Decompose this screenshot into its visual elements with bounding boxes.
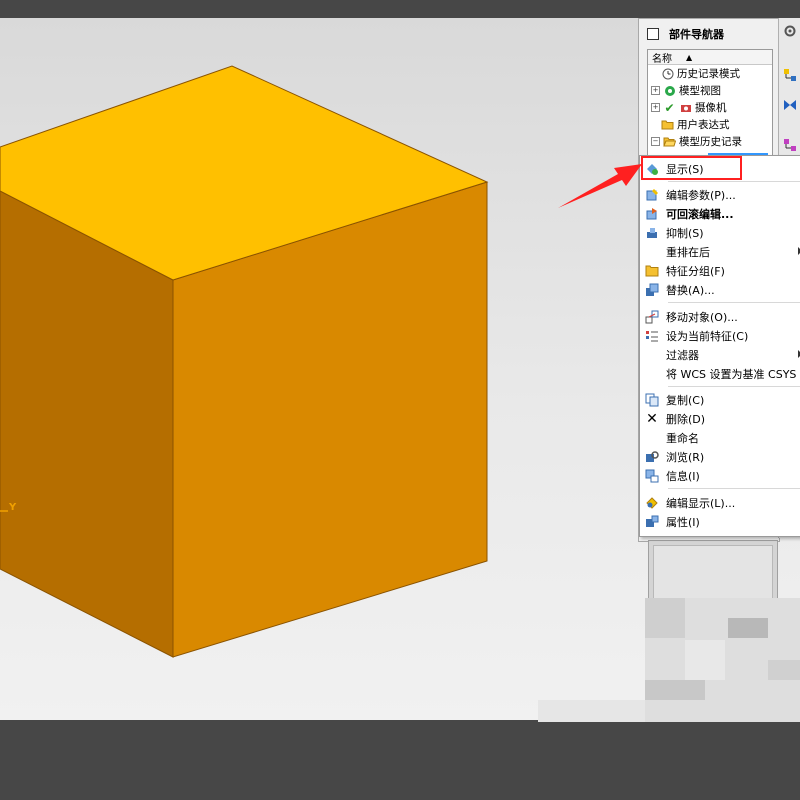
model-view-icon [663,85,676,97]
column-name-label: 名称 [652,53,672,65]
tree-node-label: 模型视图 [679,85,721,97]
edit-params-icon [645,188,659,202]
tree-node-label: 摄像机 [695,102,727,114]
context-menu: 显示(S) 编辑参数(P)... 可回滚编辑... 抑制(S) 重排在后 特征分… [639,155,800,537]
part-navigator-icon[interactable] [781,136,799,154]
menu-item-set-wcs-to-csys[interactable]: 将 WCS 设置为基准 CSYS [640,364,800,383]
menu-item-rollback-edit[interactable]: 可回滚编辑... [640,204,800,223]
copy-icon [645,393,659,407]
menu-item-browse[interactable]: 浏览(R) [640,447,800,466]
menu-item-delete[interactable]: ✕ 删除(D) [640,409,800,428]
folder-icon [661,119,674,131]
menu-item-information[interactable]: 信息(I) [640,466,800,485]
menu-item-edit-display[interactable]: 编辑显示(L)... [640,493,800,512]
menu-item-replace[interactable]: 替换(A)... [640,280,800,299]
settings-icon[interactable] [781,22,799,40]
navigator-title: 部件导航器 [669,28,724,41]
menu-item-feature-group[interactable]: 特征分组(F) [640,261,800,280]
pin-checkbox[interactable] [647,28,659,40]
suppress-icon [645,226,659,240]
assembly-navigator-icon[interactable] [781,66,799,84]
menu-item-reorder-after[interactable]: 重排在后 [640,242,800,261]
clock-icon [661,68,674,80]
tree-node-label: 历史记录模式 [677,68,740,80]
sort-arrow-icon: ▲ [686,52,693,62]
tree-node-label: 模型历史记录 [679,136,742,148]
rollback-edit-icon [645,207,659,221]
collapse-icon[interactable]: − [651,137,660,146]
info-icon [645,469,659,483]
replace-icon [645,283,659,297]
menu-item-rename[interactable]: 重命名 [640,428,800,447]
edit-display-icon [645,496,659,510]
tree-node-label: 用户表达式 [677,119,730,131]
camera-icon [679,102,692,114]
delete-icon: ✕ [646,410,658,427]
tree-column-header[interactable]: 名称 ▲ [648,50,772,65]
menu-item-move-object[interactable]: 移动对象(O)... [640,307,800,326]
current-feature-icon [645,329,659,343]
folder-open-icon [663,136,676,148]
browse-icon [645,450,659,464]
menu-item-filter[interactable]: 过滤器 [640,345,800,364]
menu-item-suppress[interactable]: 抑制(S) [640,223,800,242]
navigator-title-bar: 部件导航器 [647,25,724,43]
tree-node-user-expressions[interactable]: 用户表达式 [648,116,772,133]
axis-y-label: Y [9,502,17,513]
tree-node-cameras[interactable]: + ✔ 摄像机 [648,99,772,116]
menu-item-edit-parameters[interactable]: 编辑参数(P)... [640,185,800,204]
annotation-arrow [558,164,642,208]
tree-node-model-history[interactable]: − 模型历史记录 [648,133,772,150]
feature-group-icon [645,264,659,278]
navigator-tree[interactable]: 名称 ▲ 历史记录模式 + 模型视图 + ✔ 摄像机 用户表达式 − 模型历史记… [647,49,773,159]
expand-icon[interactable]: + [651,103,660,112]
menu-item-copy[interactable]: 复制(C) [640,390,800,409]
check-icon: ✔ [664,100,675,115]
menu-item-properties[interactable]: 属性(I) [640,512,800,531]
tree-node-history-mode[interactable]: 历史记录模式 [648,65,772,82]
constraint-navigator-icon[interactable] [781,96,799,114]
expand-icon[interactable]: + [651,86,660,95]
tree-node-model-views[interactable]: + 模型视图 [648,82,772,99]
move-object-icon [645,310,659,324]
properties-icon [645,515,659,529]
highlight-box [641,156,742,180]
menu-item-make-current-feature[interactable]: 设为当前特征(C) [640,326,800,345]
